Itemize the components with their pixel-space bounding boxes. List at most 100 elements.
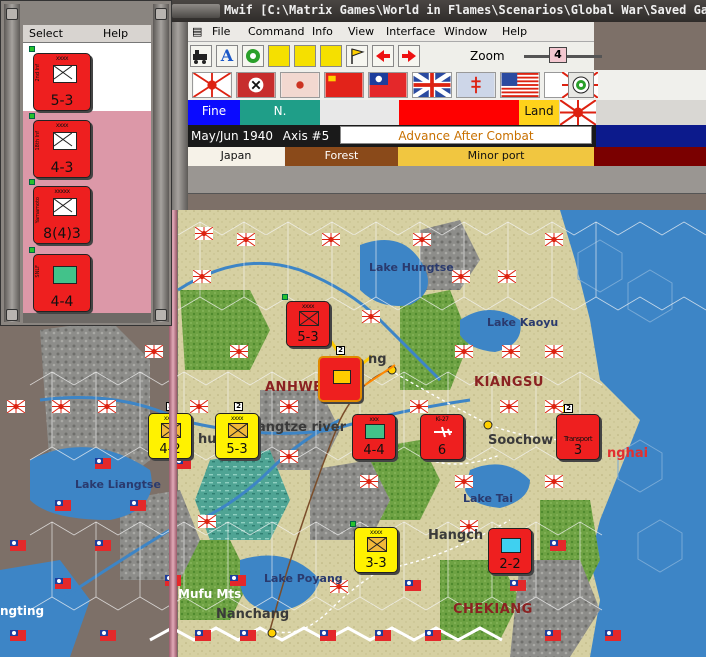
- unit-size: Ki-27: [435, 416, 449, 423]
- menu-help[interactable]: Help: [502, 25, 527, 38]
- stack-menu-help[interactable]: Help: [103, 27, 128, 40]
- arrow-right-icon[interactable]: [398, 45, 420, 67]
- supply-dot-icon: [29, 247, 35, 253]
- stack-unit-counter[interactable]: xxxx 2nd Inf 5-3: [33, 53, 91, 111]
- china-flag-icon: [95, 458, 111, 469]
- naval-unit-counter[interactable]: Transport 3: [556, 414, 600, 460]
- unit-counter[interactable]: xxxx 3-3: [354, 527, 398, 573]
- panel-knob-icon[interactable]: [155, 309, 167, 321]
- china-flag-icon: [55, 578, 71, 589]
- italy-flag-icon[interactable]: [280, 72, 320, 98]
- hex-overlay-icon[interactable]: [268, 45, 290, 67]
- france-flag-icon[interactable]: [456, 72, 496, 98]
- label-chekiang: CHEKIANG: [453, 602, 533, 617]
- mountain-unit-icon: [501, 538, 521, 553]
- japan-flag-icon: [560, 100, 596, 125]
- weather-bar: Fine N. Temperate Land: [188, 100, 706, 140]
- japan-flag-icon: [52, 400, 70, 413]
- panel-right-rail: [153, 4, 169, 322]
- stack-hq-counter[interactable]: xxxxx Yamamoto 8(4)3: [33, 186, 91, 244]
- title-bar[interactable]: Mwif [C:\Matrix Games\World in Flames\Sc…: [168, 0, 706, 22]
- panel-knob-icon[interactable]: [6, 309, 18, 321]
- china-flag-icon: [130, 500, 146, 511]
- japan-flag-icon: [7, 400, 25, 413]
- stack-panel-bottom: [23, 313, 151, 323]
- train-icon[interactable]: [190, 45, 212, 67]
- climate-chip: N. Temperate: [240, 100, 320, 140]
- ussr-flag-icon[interactable]: [324, 72, 364, 98]
- infantry-icon: [53, 132, 77, 150]
- china-flag-icon[interactable]: [368, 72, 408, 98]
- unit-strength: 6: [437, 443, 447, 458]
- flag-icon[interactable]: [346, 45, 368, 67]
- japan-flag-icon: [545, 475, 563, 488]
- zoom-slider-thumb[interactable]: 4: [549, 47, 567, 63]
- stack-unit-counter[interactable]: xxxx 18th Inf 4-3: [33, 120, 91, 178]
- label-nanchang: Nanchang: [216, 607, 290, 622]
- phase-chip: Advance After Combat: [340, 126, 592, 144]
- unit-stack-panel: Select Help xxxx 2nd Inf 5-3 xxxx 18th I…: [0, 0, 172, 326]
- china-flag-icon: [95, 540, 111, 551]
- supply-dot-icon: [350, 521, 356, 527]
- panel-knob-icon[interactable]: [6, 8, 18, 20]
- selected-unit-counter[interactable]: [318, 356, 362, 402]
- blank-chip: [320, 100, 399, 125]
- port-chip: Minor port: [398, 147, 594, 166]
- stack-count: 2: [564, 404, 573, 413]
- japan-flag-icon: [360, 475, 378, 488]
- japan-flag-icon[interactable]: [192, 72, 232, 98]
- japan-flag-icon: [280, 400, 298, 413]
- menu-command[interactable]: Command: [248, 25, 305, 38]
- stack-marine-counter[interactable]: SNLF 4-4: [33, 254, 91, 312]
- japan-flag-icon: [190, 400, 208, 413]
- unit-counter[interactable]: xxxx 5-3: [286, 301, 330, 347]
- terrain-kind-chip: Land: [519, 100, 559, 125]
- label-hangch: Hangch: [428, 528, 484, 543]
- menu-view[interactable]: View: [348, 25, 374, 38]
- arrow-left-icon[interactable]: [372, 45, 394, 67]
- unit-strength: 5-3: [50, 93, 74, 109]
- menu-info[interactable]: Info: [312, 25, 333, 38]
- menu-interface[interactable]: Interface: [386, 25, 435, 38]
- unit-overlay-icon[interactable]: [294, 45, 316, 67]
- supply-dot-icon: [29, 113, 35, 119]
- system-menu-icon[interactable]: ▤: [192, 25, 202, 38]
- stack-menu-select[interactable]: Select: [29, 27, 63, 40]
- unit-size: xxx: [369, 416, 379, 423]
- infantry-icon: [53, 65, 77, 83]
- unit-size: xxxx: [55, 122, 69, 129]
- infantry-icon: [299, 311, 319, 326]
- unit-strength: 5-3: [297, 330, 319, 345]
- gear-green-icon[interactable]: [242, 45, 264, 67]
- china-flag-icon: [10, 540, 26, 551]
- japan-flag-icon: [280, 450, 298, 463]
- usa-flag-icon[interactable]: [500, 72, 540, 98]
- unit-size: xxxx: [369, 529, 383, 536]
- japan-flag-icon: [230, 345, 248, 358]
- label-lake-tai: Lake Tai: [463, 492, 514, 505]
- unit-name: 18th Inf: [35, 131, 41, 151]
- panel-left-rail: [4, 4, 20, 322]
- text-label-icon[interactable]: A: [216, 45, 238, 67]
- china-flag-icon: [550, 540, 566, 551]
- unit-counter[interactable]: 2-2: [488, 528, 532, 574]
- supply-dot-icon: [29, 46, 35, 52]
- uk-flag-icon[interactable]: [412, 72, 452, 98]
- unit-counter[interactable]: xxx 4-4: [352, 414, 396, 460]
- infantry-icon: [367, 537, 387, 552]
- panel-knob-icon[interactable]: [155, 8, 167, 20]
- japan-flag-icon: [322, 233, 340, 246]
- china-flag-icon: [405, 580, 421, 591]
- unit-size: xxxxx: [54, 188, 70, 195]
- germany-flag-icon[interactable]: [236, 72, 276, 98]
- menu-file[interactable]: File: [212, 25, 230, 38]
- window-title: Mwif [C:\Matrix Games\World in Flames\Sc…: [224, 3, 706, 17]
- draw-icon[interactable]: [320, 45, 342, 67]
- window-drag-handle[interactable]: [172, 4, 220, 18]
- status-area: [188, 166, 706, 194]
- china-flag-icon: [510, 580, 526, 591]
- menu-window[interactable]: Window: [444, 25, 487, 38]
- air-unit-counter[interactable]: Ki-27 6: [420, 414, 464, 460]
- china-flag-icon: [320, 630, 336, 641]
- unit-counter[interactable]: xxxx 5-3: [215, 413, 259, 459]
